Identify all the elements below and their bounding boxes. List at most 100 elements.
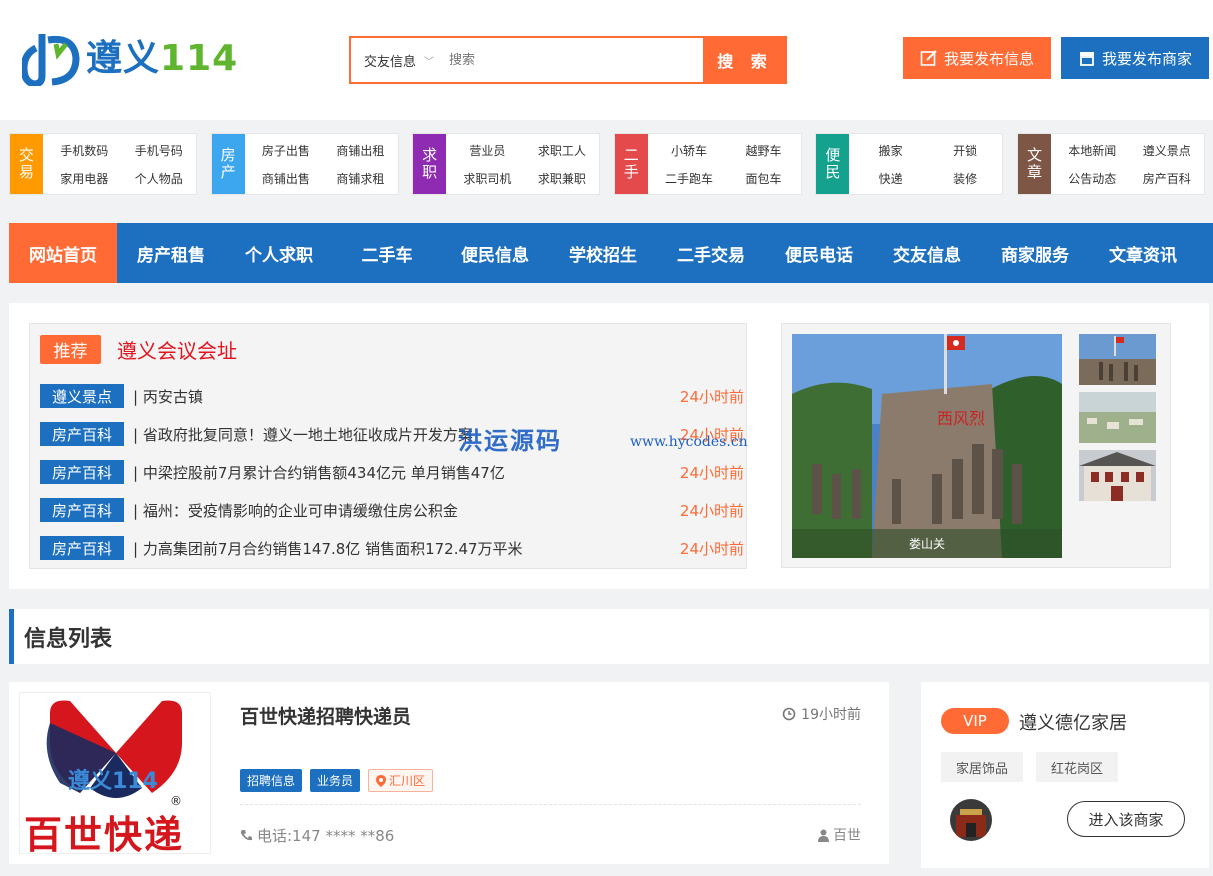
listing-title[interactable]: 百世快递招聘快递员	[240, 702, 411, 729]
nav-item[interactable]: 便民电话	[765, 223, 873, 283]
news-headline[interactable]: | 丙安古镇	[133, 386, 680, 407]
enter-merchant-button[interactable]: 进入该商家	[1067, 801, 1185, 837]
listing-user: 百世	[818, 825, 861, 845]
gallery-thumb-2[interactable]	[1079, 392, 1156, 443]
info-list-heading: 信息列表	[9, 609, 1209, 664]
search-input[interactable]	[441, 38, 703, 82]
logo-text: 遵义114	[86, 38, 239, 79]
publish-info-button[interactable]: 我要发布信息	[903, 37, 1051, 79]
news-row[interactable]: 遵义景点 | 丙安古镇 24小时前	[40, 384, 744, 408]
category-link[interactable]: 商铺出租	[323, 142, 398, 159]
news-headline[interactable]: | 力高集团前7月合约销售147.8亿 销售面积172.47万平米	[133, 538, 680, 559]
news-row[interactable]: 房产百科 | 福州：受疫情影响的企业可申请缓缴住房公积金 24小时前	[40, 498, 744, 522]
nav-item[interactable]: 学校招生	[549, 223, 657, 283]
category-tag[interactable]: 二手	[614, 134, 648, 194]
listing-tag-district[interactable]: 汇川区	[368, 769, 434, 792]
listing-tag-type[interactable]: 业务员	[310, 769, 361, 792]
category-link[interactable]: 家用电器	[47, 170, 122, 187]
nav-item[interactable]: 个人求职	[225, 223, 333, 283]
category-link[interactable]: 越野车	[726, 142, 801, 159]
category-link[interactable]: 商铺求租	[323, 170, 398, 187]
news-category-label[interactable]: 房产百科	[40, 422, 124, 446]
monument-text: 西风烈	[937, 409, 985, 428]
category-link[interactable]: 遵义景点	[1130, 142, 1205, 159]
publish-merchant-button[interactable]: 我要发布商家	[1061, 37, 1209, 79]
news-time: 24小时前	[679, 463, 744, 482]
listing-card[interactable]: 遵义114 ® 百世快递 百世快递招聘快递员 19小时前 招聘信息 业务员 汇川…	[9, 682, 889, 864]
user-icon	[818, 829, 829, 842]
nav-item[interactable]: 房产租售	[117, 223, 225, 283]
category-link[interactable]: 小轿车	[652, 142, 727, 159]
search-button[interactable]: 搜 索	[703, 36, 787, 84]
gallery-main-image[interactable]: 西风烈 娄山关	[792, 334, 1062, 558]
category-box: 便民 搬家 开锁 快递 装修	[815, 133, 1004, 195]
category-link[interactable]: 求职司机	[450, 170, 525, 187]
gallery-caption: 娄山关	[908, 537, 945, 551]
photo-gallery: 西风烈 娄山关	[781, 323, 1171, 568]
category-link[interactable]: 搬家	[853, 142, 928, 159]
recommend-badge: 推荐	[40, 335, 101, 364]
thumb-building-image	[1079, 450, 1156, 501]
category-grid: 交易 手机数码 手机号码 家用电器 个人物品 房产 房子出售 商铺出租商铺出售 商铺求租 求职 营业…	[0, 133, 1213, 197]
thumb-landscape-image	[1079, 392, 1156, 443]
news-headline[interactable]: | 省政府批复同意！遵义一地土地征收成片开发方案	[133, 424, 680, 445]
listing-tag-category[interactable]: 招聘信息	[240, 769, 303, 792]
listing-logo-image[interactable]: 遵义114 ® 百世快递	[19, 692, 211, 854]
vip-merchant-name[interactable]: 遵义德亿家居	[1019, 709, 1127, 735]
category-link[interactable]: 房子出售	[249, 142, 324, 159]
vip-tag-district[interactable]: 红花岗区	[1036, 752, 1118, 782]
category-link[interactable]: 开锁	[928, 142, 1003, 159]
avatar[interactable]	[950, 799, 992, 841]
category-link[interactable]: 个人物品	[122, 170, 197, 187]
category-link[interactable]: 装修	[928, 170, 1003, 187]
nav-item[interactable]: 商家服务	[981, 223, 1089, 283]
category-tag[interactable]: 文章	[1018, 134, 1051, 194]
gallery-thumb-3[interactable]	[1079, 450, 1156, 501]
site-logo[interactable]: 遵义114	[22, 32, 238, 86]
watermark-text: 洪运源码	[458, 427, 562, 455]
category-link[interactable]: 求职工人	[525, 142, 600, 159]
nav-item[interactable]: 文章资讯	[1089, 223, 1197, 283]
news-category-label[interactable]: 房产百科	[40, 460, 124, 484]
logo-overlay-text: 遵义114	[68, 768, 158, 794]
category-tag[interactable]: 便民	[816, 134, 850, 194]
category-link[interactable]: 房产百科	[1130, 170, 1205, 187]
gallery-thumb-1[interactable]	[1079, 334, 1156, 385]
news-category-label[interactable]: 遵义景点	[40, 384, 124, 408]
nav-item[interactable]: 二手车	[333, 223, 441, 283]
category-link[interactable]: 商铺出售	[249, 170, 324, 187]
category-tag[interactable]: 求职	[413, 134, 447, 194]
category-link[interactable]: 手机数码	[47, 142, 122, 159]
best-express-logo: 遵义114 ® 百世快递	[24, 700, 182, 853]
category-link[interactable]: 公告动态	[1055, 170, 1130, 187]
category-link[interactable]: 快递	[853, 170, 928, 187]
news-time: 24小时前	[679, 387, 744, 406]
category-link[interactable]: 求职兼职	[525, 170, 600, 187]
category-tag[interactable]: 房产	[211, 134, 245, 194]
category-box: 交易 手机数码 手机号码 家用电器 个人物品	[9, 133, 197, 195]
category-link[interactable]: 营业员	[450, 142, 525, 159]
nav-item[interactable]: 便民信息	[441, 223, 549, 283]
logo-icon	[22, 34, 80, 86]
edit-icon	[920, 50, 937, 66]
category-link[interactable]: 本地新闻	[1055, 142, 1130, 159]
category-link[interactable]: 二手跑车	[652, 170, 727, 187]
news-row[interactable]: 房产百科 | 力高集团前7月合约销售147.8亿 销售面积172.47万平米 24小…	[40, 536, 744, 560]
search-category-select[interactable]: 交友信息 ﹀	[351, 38, 441, 82]
news-category-label[interactable]: 房产百科	[40, 536, 124, 560]
vip-tag-category[interactable]: 家居饰品	[941, 752, 1023, 782]
category-tag[interactable]: 交易	[10, 134, 43, 194]
news-headline[interactable]: | 福州：受疫情影响的企业可申请缓缴住房公积金	[133, 500, 680, 521]
nav-item[interactable]: 二手交易	[657, 223, 765, 283]
category-box: 二手 小轿车 越野车二手跑车 面包车	[613, 133, 802, 195]
store-icon	[1079, 52, 1094, 66]
news-headline[interactable]: | 中梁控股前7月累计合约销售额434亿元 单月销售47亿	[133, 462, 680, 483]
featured-title[interactable]: 遵义会议会址	[117, 335, 237, 364]
loushanguan-photo: 西风烈	[792, 334, 1062, 558]
news-row[interactable]: 房产百科 | 中梁控股前7月累计合约销售额434亿元 单月销售47亿 24小时前	[40, 460, 744, 484]
nav-item[interactable]: 网站首页	[9, 223, 117, 283]
nav-item[interactable]: 交友信息	[873, 223, 981, 283]
category-link[interactable]: 面包车	[726, 170, 801, 187]
category-link[interactable]: 手机号码	[122, 142, 197, 159]
news-category-label[interactable]: 房产百科	[40, 498, 124, 522]
